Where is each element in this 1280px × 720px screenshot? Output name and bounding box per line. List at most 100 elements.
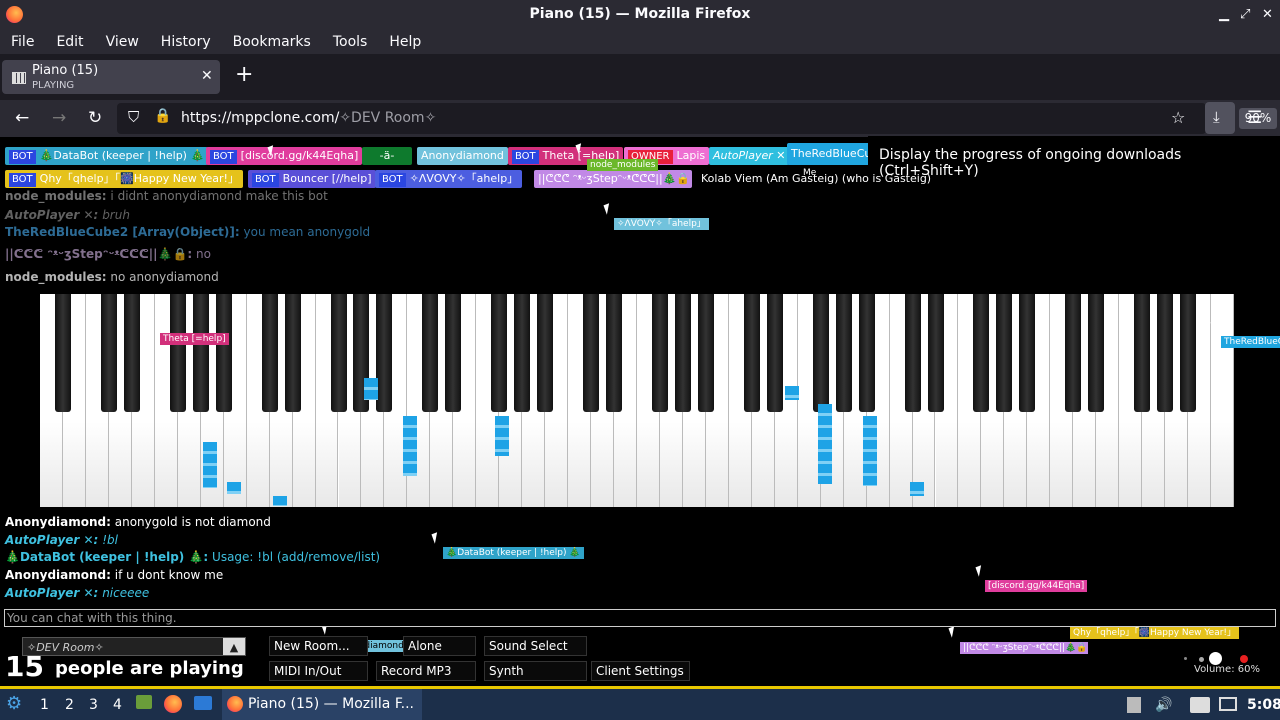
- menu-edit[interactable]: Edit: [56, 34, 83, 50]
- midi-button[interactable]: MIDI In/Out: [269, 661, 368, 681]
- black-key[interactable]: [261, 294, 278, 412]
- black-key[interactable]: [1157, 294, 1174, 412]
- user-tag-a[interactable]: -ä-: [362, 147, 412, 165]
- black-key[interactable]: [996, 294, 1013, 412]
- app-menu-icon[interactable]: ☰: [1247, 108, 1262, 128]
- black-key[interactable]: [927, 294, 944, 412]
- user-tag-anonydiamond[interactable]: Anonydiamond: [417, 147, 508, 165]
- file-manager-icon[interactable]: [136, 695, 152, 709]
- record-mp3-button[interactable]: Record MP3: [376, 661, 476, 681]
- black-key[interactable]: [514, 294, 531, 412]
- black-key[interactable]: [215, 294, 232, 412]
- black-key[interactable]: [422, 294, 439, 412]
- new-room-button[interactable]: New Room...: [269, 636, 368, 656]
- reload-icon[interactable]: ↻: [88, 108, 102, 128]
- lock-icon[interactable]: 🔒: [154, 108, 171, 124]
- black-key[interactable]: [766, 294, 783, 412]
- black-key[interactable]: [192, 294, 209, 412]
- screen-icon[interactable]: [1219, 697, 1237, 711]
- black-key[interactable]: [1065, 294, 1082, 412]
- black-key[interactable]: [54, 294, 71, 412]
- taskbar-window-firefox[interactable]: Piano (15) — Mozilla F...: [222, 689, 422, 720]
- black-key[interactable]: [904, 294, 921, 412]
- black-key[interactable]: [743, 294, 760, 412]
- workspace-2[interactable]: 2: [65, 697, 74, 713]
- synth-button[interactable]: Synth: [484, 661, 587, 681]
- minimize-icon[interactable]: ▁: [1219, 0, 1229, 29]
- dropdown-arrow-icon[interactable]: ▲: [223, 638, 245, 655]
- cursor-tag-theta: Theta [=help]: [160, 333, 229, 345]
- client-settings-button[interactable]: Client Settings: [591, 661, 690, 681]
- black-key[interactable]: [812, 294, 829, 412]
- black-key[interactable]: [973, 294, 990, 412]
- chat-input[interactable]: You can chat with this thing.: [4, 609, 1276, 627]
- volume-icon[interactable]: 🔊: [1155, 697, 1172, 713]
- user-tag-avovy[interactable]: BOT ✧ΛVOVY✧「ahelp」: [375, 170, 523, 188]
- piano-keyboard[interactable]: [40, 294, 1234, 507]
- clipboard-icon[interactable]: [1127, 697, 1141, 713]
- black-key[interactable]: [284, 294, 301, 412]
- close-window-icon[interactable]: ✕: [1262, 0, 1273, 29]
- url-text[interactable]: https://mppclone.com/✧DEV Room✧: [181, 110, 436, 126]
- files-icon[interactable]: [1190, 697, 1210, 713]
- black-key[interactable]: [123, 294, 140, 412]
- menu-help[interactable]: Help: [389, 34, 421, 50]
- player-count: 15: [5, 650, 44, 683]
- workspace-1[interactable]: 1: [40, 697, 49, 713]
- back-icon[interactable]: ←: [15, 108, 29, 128]
- user-tag-qhy[interactable]: BOT Qhy「qhelp」「🎆Happy New Year!」: [5, 170, 243, 188]
- firefox-launcher-icon[interactable]: [164, 695, 182, 713]
- menu-tools[interactable]: Tools: [333, 34, 368, 50]
- black-key[interactable]: [674, 294, 691, 412]
- cursor-icon: [603, 203, 613, 215]
- black-key[interactable]: [1019, 294, 1036, 412]
- chat-message: AutoPlayer ✕: !bl: [5, 533, 118, 547]
- alone-button[interactable]: Alone: [403, 636, 476, 656]
- black-key[interactable]: [491, 294, 508, 412]
- chat-message: ||ᕦᕦᕦ ᵔᵜᵕʒStepᵔᵕᵜᕦᕦᕦ||🎄🔒: no: [5, 247, 211, 261]
- user-tag-discord[interactable]: BOT [discord.gg/k44Eqha]: [206, 147, 363, 165]
- black-key[interactable]: [330, 294, 347, 412]
- black-key[interactable]: [858, 294, 875, 412]
- user-tag-autoplayer[interactable]: AutoPlayer ✕: [709, 147, 790, 165]
- note-highlight: [818, 404, 832, 484]
- workspace-4[interactable]: 4: [113, 697, 122, 713]
- url-bar[interactable]: ⛉ 🔒 https://mppclone.com/✧DEV Room✧ 90% …: [117, 103, 1277, 134]
- black-key[interactable]: [376, 294, 393, 412]
- black-key[interactable]: [1180, 294, 1197, 412]
- maximize-icon[interactable]: ⤢: [1240, 0, 1250, 29]
- black-key[interactable]: [1088, 294, 1105, 412]
- start-menu-icon[interactable]: ⚙: [6, 693, 22, 714]
- forward-icon[interactable]: →: [52, 108, 66, 128]
- user-tag-step[interactable]: ||ᕦᕦᕦ ᵔᵜᵕʒStepᵔᵕᵜᕦᕦᕦ||🎄🔒: [534, 170, 692, 188]
- menu-view[interactable]: View: [106, 34, 139, 50]
- black-key[interactable]: [697, 294, 714, 412]
- bookmark-star-icon[interactable]: ☆: [1171, 108, 1185, 127]
- user-tag-bouncer[interactable]: BOT Bouncer [//help]: [248, 170, 376, 188]
- shield-icon[interactable]: ⛉: [128, 108, 139, 126]
- menu-bookmarks[interactable]: Bookmarks: [233, 34, 311, 50]
- workspace-3[interactable]: 3: [89, 697, 98, 713]
- menu-file[interactable]: File: [11, 34, 34, 50]
- user-tag-databot[interactable]: BOT 🎄DataBot (keeper | !help) 🎄: [5, 147, 209, 165]
- black-key[interactable]: [1134, 294, 1151, 412]
- clock: 5:08: [1247, 697, 1280, 713]
- tab-piano[interactable]: Piano (15) PLAYING ✕: [2, 60, 220, 94]
- black-key[interactable]: [100, 294, 117, 412]
- room-select[interactable]: ✧DEV Room✧ ▲: [22, 637, 246, 656]
- black-key[interactable]: [651, 294, 668, 412]
- downloads-button[interactable]: ⤓: [1205, 102, 1235, 134]
- black-key[interactable]: [445, 294, 462, 412]
- black-key[interactable]: [583, 294, 600, 412]
- sound-select-button[interactable]: Sound Select: [484, 636, 587, 656]
- black-key[interactable]: [606, 294, 623, 412]
- black-key[interactable]: [835, 294, 852, 412]
- note-highlight: [403, 416, 417, 476]
- new-tab-icon[interactable]: +: [235, 62, 253, 87]
- desktop-icon[interactable]: [194, 696, 212, 710]
- menu-history[interactable]: History: [161, 34, 211, 50]
- black-key[interactable]: [537, 294, 554, 412]
- close-tab-icon[interactable]: ✕: [201, 68, 213, 84]
- black-key[interactable]: [169, 294, 186, 412]
- volume-slider[interactable]: [1180, 652, 1248, 665]
